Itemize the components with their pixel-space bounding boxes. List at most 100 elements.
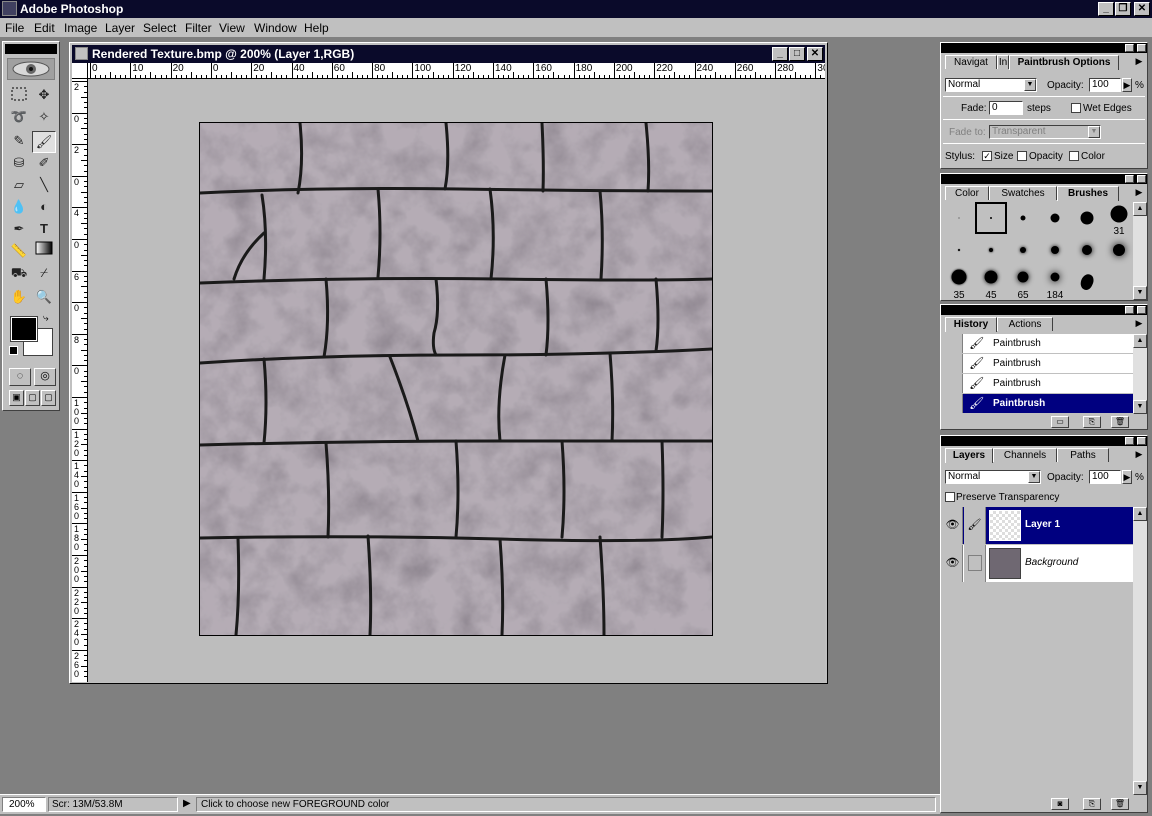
brush-preset[interactable]	[1039, 234, 1071, 266]
horizontal-ruler[interactable]: 0 10 20 0 20 40 60 80 100 120 140 160 180 200 220 240 26…	[88, 63, 825, 79]
brush-preset[interactable]: 65	[1007, 266, 1039, 301]
tab-swatches[interactable]: Swatches	[989, 186, 1057, 200]
preserve-transparency-checkbox[interactable]	[945, 492, 955, 502]
history-state[interactable]: 🖌 Paintbrush	[943, 334, 1133, 354]
menu-view[interactable]: View	[219, 21, 245, 35]
close-button[interactable]: ✕	[1134, 2, 1150, 16]
new-layer-icon[interactable]: ⎘	[1083, 798, 1101, 810]
panel-titlebar[interactable]	[941, 43, 1147, 53]
layer-row[interactable]: 👁 Background	[943, 545, 1133, 582]
fade-to-select[interactable]: Transparent ▼	[989, 125, 1101, 139]
tab-layers[interactable]: Layers	[945, 448, 993, 463]
layer-opacity-field[interactable]: 100	[1089, 470, 1121, 484]
tab-brushes[interactable]: Brushes	[1057, 186, 1119, 201]
history-state[interactable]: 🖌 Paintbrush	[943, 354, 1133, 374]
blur-tool-icon[interactable]: 💧	[7, 197, 31, 219]
panel-menu-arrow-icon[interactable]: ▶	[1133, 55, 1145, 69]
document-icon[interactable]	[75, 47, 88, 60]
panel-minimize-button[interactable]	[1125, 175, 1134, 183]
stylus-size-checkbox[interactable]: ✓	[982, 151, 992, 161]
menu-window[interactable]: Window	[254, 21, 297, 35]
brush-preset[interactable]	[1039, 202, 1071, 234]
doc-maximize-button[interactable]: □	[789, 47, 805, 61]
menu-filter[interactable]: Filter	[185, 21, 212, 35]
tab-navigator[interactable]: Navigat	[945, 55, 997, 69]
panel-titlebar[interactable]	[941, 305, 1147, 315]
panel-menu-arrow-icon[interactable]: ▶	[1133, 317, 1145, 331]
eyedropper-tool-icon[interactable]: ⌿	[32, 263, 56, 285]
brush-preset[interactable]	[943, 234, 975, 266]
stone-texture-canvas[interactable]	[198, 121, 714, 637]
panel-close-button[interactable]	[1137, 175, 1146, 183]
layers-scrollbar[interactable]: ▲ ▼	[1133, 507, 1147, 795]
screen-mode-standard-icon[interactable]: ▣	[9, 390, 24, 406]
scroll-up-icon[interactable]: ▲	[1133, 334, 1147, 348]
tab-paths[interactable]: Paths	[1057, 448, 1109, 462]
gradient-tool-icon[interactable]	[32, 241, 56, 263]
brush-preset[interactable]: 35	[943, 266, 975, 301]
tab-paintbrush-options[interactable]: Paintbrush Options	[1009, 55, 1119, 70]
scroll-up-icon[interactable]: ▲	[1133, 507, 1147, 521]
layer-blend-mode-select[interactable]: Normal ▼	[945, 470, 1041, 484]
paintbrush-tool-icon[interactable]: 🖌	[32, 131, 56, 153]
paint-bucket-tool-icon[interactable]: ⛟	[7, 263, 31, 285]
scroll-down-icon[interactable]: ▼	[1133, 781, 1147, 795]
standard-mode-icon[interactable]: ◌	[9, 368, 31, 386]
foreground-color-swatch[interactable]	[10, 316, 38, 342]
brush-preset[interactable]: 184	[1039, 266, 1071, 301]
brush-preset[interactable]	[1071, 202, 1103, 234]
brush-preset[interactable]: 31	[1103, 202, 1135, 237]
screen-mode-full-icon[interactable]: ▢	[41, 390, 56, 406]
zoom-tool-icon[interactable]: 🔍	[32, 287, 56, 309]
brush-preset[interactable]	[943, 202, 975, 234]
brush-preset-selected[interactable]	[975, 202, 1007, 234]
tab-history[interactable]: History	[945, 317, 997, 332]
layer-row-selected[interactable]: 👁 🖌 Layer 1	[943, 507, 1133, 544]
opacity-field[interactable]: 100	[1089, 78, 1121, 92]
menu-layer[interactable]: Layer	[105, 21, 135, 35]
opacity-slider-arrow-icon[interactable]: ▶	[1122, 78, 1132, 92]
magic-wand-tool-icon[interactable]: ✧	[32, 107, 56, 129]
vertical-ruler[interactable]: 2 0 2 0 4 0 6 0 8 0 100 120 140 160 180 200 220 240 260	[72, 79, 88, 682]
eraser-tool-icon[interactable]: ▱	[7, 175, 31, 197]
history-state-current[interactable]: 🖌 Paintbrush	[943, 394, 1133, 414]
lasso-tool-icon[interactable]: ➰	[7, 107, 31, 129]
new-snapshot-icon[interactable]: ⎘	[1083, 416, 1101, 428]
brush-preset[interactable]	[1007, 234, 1039, 266]
screen-mode-full-menu-icon[interactable]: ▢	[25, 390, 40, 406]
stylus-opacity-checkbox[interactable]	[1017, 151, 1027, 161]
tab-channels[interactable]: Channels	[993, 448, 1057, 462]
default-colors-icon[interactable]	[9, 346, 18, 355]
blend-mode-select[interactable]: Normal ▼	[945, 78, 1037, 92]
status-menu-arrow-icon[interactable]: ▶	[183, 798, 191, 809]
brush-preset[interactable]	[1103, 234, 1135, 266]
history-scrollbar[interactable]: ▲ ▼	[1133, 334, 1147, 414]
layer-opacity-arrow-icon[interactable]: ▶	[1122, 470, 1132, 484]
menu-help[interactable]: Help	[304, 21, 329, 35]
stylus-color-checkbox[interactable]	[1069, 151, 1079, 161]
pen-tool-icon[interactable]: ✒	[7, 219, 31, 241]
swap-colors-icon[interactable]: ⤷	[43, 313, 49, 324]
brushes-scrollbar[interactable]: ▲ ▼	[1133, 202, 1147, 300]
rubber-stamp-tool-icon[interactable]: ⛁	[7, 153, 31, 175]
photoshop-app-icon[interactable]	[2, 1, 17, 16]
minimize-button[interactable]: _	[1098, 2, 1114, 16]
doc-close-button[interactable]: ✕	[807, 47, 823, 61]
scroll-down-icon[interactable]: ▼	[1133, 286, 1147, 300]
panel-close-button[interactable]	[1137, 306, 1146, 314]
panel-minimize-button[interactable]	[1125, 44, 1134, 52]
scroll-up-icon[interactable]: ▲	[1133, 202, 1147, 216]
airbrush-tool-icon[interactable]: ✎	[7, 131, 31, 153]
paintbrush-icon[interactable]: 🖌	[964, 507, 986, 544]
brush-preset[interactable]	[1071, 234, 1103, 266]
panel-titlebar[interactable]	[941, 174, 1147, 184]
panel-close-button[interactable]	[1137, 44, 1146, 52]
add-mask-icon[interactable]: ◙	[1051, 798, 1069, 810]
scroll-down-icon[interactable]: ▼	[1133, 400, 1147, 414]
tab-actions[interactable]: Actions	[997, 317, 1053, 331]
panel-close-button[interactable]	[1137, 437, 1146, 445]
pencil-tool-icon[interactable]: ╲	[32, 175, 56, 197]
document-titlebar[interactable]: Rendered Texture.bmp @ 200% (Layer 1,RGB…	[72, 45, 825, 63]
move-tool-icon[interactable]: ✥	[32, 85, 56, 107]
brush-preset[interactable]	[1071, 266, 1103, 298]
